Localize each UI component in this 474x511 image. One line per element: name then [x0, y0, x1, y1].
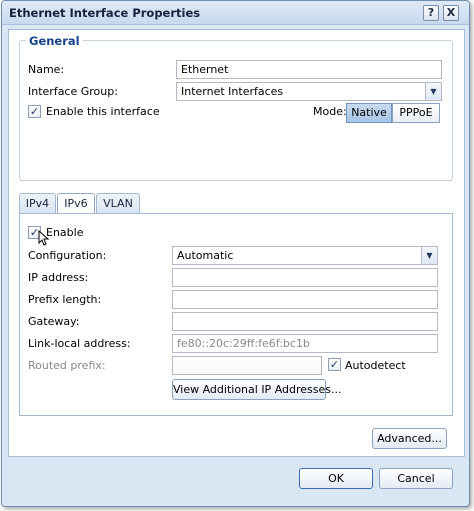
configuration-value: Automatic: [177, 249, 234, 262]
routed-prefix-label: Routed prefix:: [28, 359, 106, 372]
enable-interface-label: Enable this interface: [46, 105, 160, 118]
autodetect-label: Autodetect: [345, 359, 406, 372]
advanced-button[interactable]: Advanced...: [372, 428, 447, 449]
ipv6-tab-panel: ✓ Enable Configuration: Automatic ▼ IP a…: [19, 213, 453, 416]
enable-interface-checkbox[interactable]: ✓: [28, 105, 41, 118]
gateway-input[interactable]: [172, 312, 438, 331]
link-local-address-label: Link-local address:: [28, 337, 131, 350]
prefix-length-label: Prefix length:: [28, 293, 102, 306]
name-input[interactable]: Ethernet: [176, 60, 442, 79]
dialog-window: Ethernet Interface Properties ? X Genera…: [1, 0, 470, 507]
prefix-length-input[interactable]: [172, 290, 438, 309]
general-groupbox: General Name: Ethernet Interface Group: …: [19, 34, 453, 181]
name-label: Name:: [28, 63, 65, 76]
interface-group-value: Internet Interfaces: [181, 85, 284, 98]
mode-label: Mode:: [313, 105, 347, 118]
dialog-footer: OK Cancel: [2, 457, 469, 507]
chevron-down-icon[interactable]: ▼: [421, 247, 437, 264]
mode-pppoe-button[interactable]: PPPoE: [392, 103, 440, 123]
mouse-pointer-icon: [38, 230, 50, 246]
autodetect-checkbox[interactable]: ✓: [328, 358, 341, 371]
close-button[interactable]: X: [443, 5, 459, 21]
dialog-title: Ethernet Interface Properties: [9, 6, 201, 20]
general-legend: General: [26, 34, 83, 48]
cancel-button[interactable]: Cancel: [379, 468, 453, 489]
help-button[interactable]: ?: [423, 5, 439, 21]
ok-button[interactable]: OK: [299, 468, 373, 489]
configuration-label: Configuration:: [28, 249, 107, 262]
configuration-select[interactable]: Automatic ▼: [172, 246, 438, 265]
ip-address-input[interactable]: [172, 268, 438, 287]
title-bar: Ethernet Interface Properties ? X: [2, 1, 469, 25]
dialog-content: General Name: Ethernet Interface Group: …: [8, 29, 465, 457]
view-additional-ip-button[interactable]: View Additional IP Addresses...: [172, 379, 342, 400]
interface-group-label: Interface Group:: [28, 85, 118, 98]
mode-native-button[interactable]: Native: [346, 103, 392, 123]
link-local-address-field: fe80::20c:29ff:fe6f:bc1b: [172, 334, 438, 353]
gateway-label: Gateway:: [28, 315, 80, 328]
routed-prefix-input[interactable]: [172, 356, 322, 375]
chevron-down-icon[interactable]: ▼: [425, 83, 441, 100]
tab-ipv6[interactable]: IPv6: [57, 193, 95, 215]
interface-group-select[interactable]: Internet Interfaces ▼: [176, 82, 442, 101]
tab-ipv4[interactable]: IPv4: [19, 193, 56, 214]
tab-vlan[interactable]: VLAN: [96, 193, 140, 214]
ip-address-label: IP address:: [28, 271, 89, 284]
ipv6-enable-label: Enable: [46, 226, 84, 239]
